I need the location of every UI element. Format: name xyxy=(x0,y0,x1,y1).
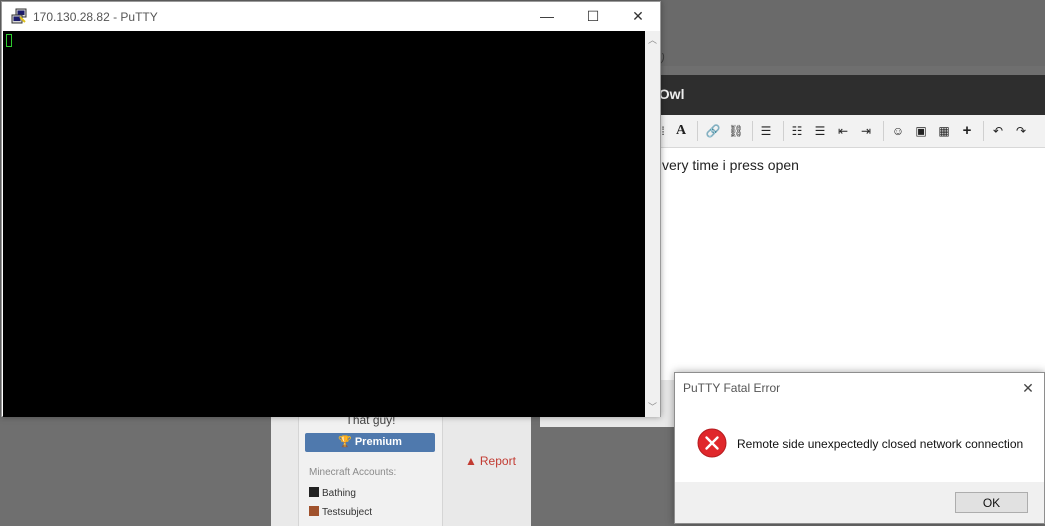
font-icon[interactable]: A xyxy=(672,122,690,140)
user-profile-card: That guy! 🏆 Premium Minecraft Accounts: … xyxy=(298,405,443,526)
smiley-icon[interactable]: ☺ xyxy=(889,122,907,140)
toolbar-separator xyxy=(697,121,698,141)
report-link[interactable]: ▲ Report xyxy=(465,454,516,468)
scroll-up-icon[interactable]: ︿ xyxy=(645,33,660,48)
unlink-icon[interactable]: ⛓ xyxy=(727,122,745,140)
numbered-list-icon[interactable]: ☰ xyxy=(811,122,829,140)
redo-icon[interactable]: ↷ xyxy=(1012,122,1030,140)
premium-badge[interactable]: 🏆 Premium xyxy=(305,433,435,452)
outdent-icon[interactable]: ⇤ xyxy=(834,122,852,140)
maximize-button[interactable]: ☐ xyxy=(570,2,616,31)
link-icon[interactable]: 🔗 xyxy=(704,122,722,140)
indent-icon[interactable]: ⇥ xyxy=(857,122,875,140)
account-item[interactable]: Bathing xyxy=(309,487,356,499)
minecraft-accounts-label: Minecraft Accounts: xyxy=(309,467,397,478)
dialog-footer: OK xyxy=(675,482,1044,523)
putty-icon xyxy=(11,8,27,24)
bulleted-list-icon[interactable]: ☷ xyxy=(788,122,806,140)
scroll-down-icon[interactable]: ﹀ xyxy=(645,400,660,415)
trophy-icon: 🏆 xyxy=(338,436,352,448)
terminal-cursor xyxy=(6,34,12,47)
dialog-title: PuTTY Fatal Error xyxy=(683,381,781,395)
toolbar-separator xyxy=(783,121,784,141)
report-label: Report xyxy=(479,454,516,468)
error-icon xyxy=(697,428,727,458)
undo-icon[interactable]: ↶ xyxy=(989,122,1007,140)
toolbar-separator xyxy=(983,121,984,141)
dialog-message: Remote side unexpectedly closed network … xyxy=(737,437,1024,451)
account-skin-icon xyxy=(309,506,319,516)
minimize-button[interactable]: — xyxy=(524,2,570,31)
warning-icon: ▲ xyxy=(465,454,477,468)
plus-icon[interactable]: + xyxy=(958,122,976,140)
close-button[interactable]: ✕ xyxy=(615,2,661,31)
terminal-area[interactable] xyxy=(3,31,645,417)
terminal-scrollbar[interactable]: ︿ ﹀ xyxy=(645,31,660,417)
ok-button[interactable]: OK xyxy=(955,492,1028,513)
putty-window[interactable]: 170.130.28.82 - PuTTY — ☐ ✕ ︿ ﹀ xyxy=(1,1,661,417)
toolbar-separator xyxy=(752,121,753,141)
fatal-error-dialog[interactable]: PuTTY Fatal Error ✕ Remote side unexpect… xyxy=(674,372,1045,524)
account-item[interactable]: Testsubject xyxy=(309,506,372,518)
premium-label: Premium xyxy=(354,436,402,448)
account-skin-icon xyxy=(309,487,319,497)
toolbar-separator xyxy=(883,121,884,141)
putty-title: 170.130.28.82 - PuTTY xyxy=(33,10,158,24)
putty-titlebar[interactable]: 170.130.28.82 - PuTTY — ☐ ✕ xyxy=(2,2,660,31)
image-icon[interactable]: ▣ xyxy=(912,122,930,140)
align-icon[interactable]: ☰ xyxy=(757,122,775,140)
editor-body-text[interactable]: very time i press open xyxy=(662,157,799,173)
media-icon[interactable]: ▦ xyxy=(935,122,953,140)
dialog-close-button[interactable]: ✕ xyxy=(1017,377,1039,399)
